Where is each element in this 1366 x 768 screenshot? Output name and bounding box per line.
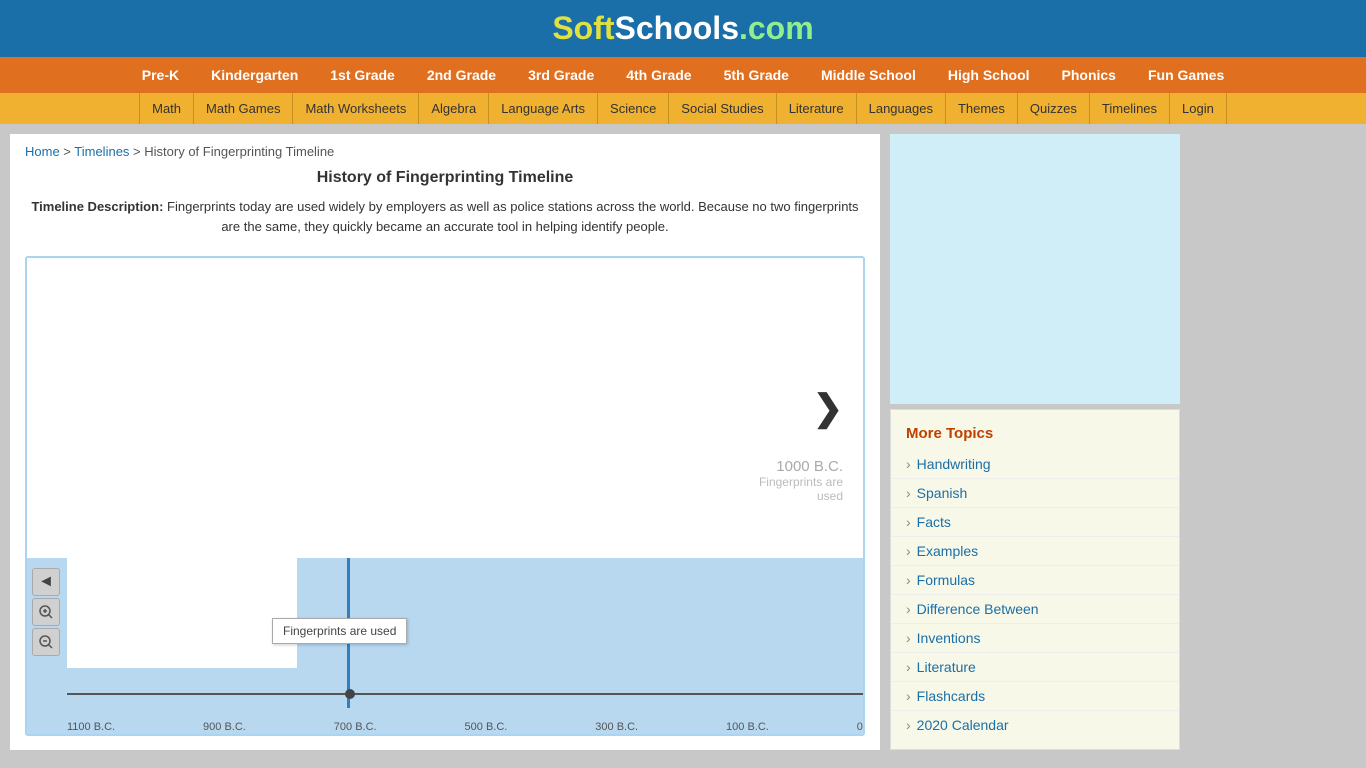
topic-link[interactable]: Formulas	[917, 572, 975, 588]
site-header: SoftSchools.com	[0, 0, 1366, 57]
nav-top-item-4th-grade[interactable]: 4th Grade	[610, 57, 707, 93]
ad-box	[890, 134, 1180, 404]
sidebar: More Topics Handwriting Spanish Facts Examp…	[890, 134, 1180, 750]
topic-link[interactable]: Spanish	[917, 485, 968, 501]
back-button[interactable]: ◄	[32, 568, 60, 596]
nav-top-item-1st-grade[interactable]: 1st Grade	[314, 57, 411, 93]
breadcrumb-current: History of Fingerprinting Timeline	[144, 144, 334, 159]
topic-item-examples[interactable]: Examples	[891, 537, 1179, 566]
year-label: 1100 B.C.	[67, 721, 115, 733]
bc-label: 1000 B.C. Fingerprints are used	[759, 458, 843, 503]
timeline-tooltip: Fingerprints are used	[272, 618, 407, 644]
topic-link[interactable]: Literature	[917, 659, 976, 675]
nav-sec-item-timelines[interactable]: Timelines	[1090, 93, 1170, 124]
topic-link[interactable]: Facts	[917, 514, 951, 530]
year-label: 300 B.C.	[595, 721, 638, 733]
logo-schools: Schools	[615, 10, 739, 46]
topic-link[interactable]: 2020 Calendar	[917, 717, 1009, 733]
nav-sec-item-login[interactable]: Login	[1170, 93, 1227, 124]
year-label: 0	[857, 721, 863, 733]
nav-top-item-5th-grade[interactable]: 5th Grade	[708, 57, 805, 93]
year-labels: 1100 B.C. 900 B.C. 700 B.C. 500 B.C. 300 B.C…	[67, 721, 863, 733]
logo-com: .com	[739, 10, 814, 46]
topic-item-formulas[interactable]: Formulas	[891, 566, 1179, 595]
nav-top-item-phonics[interactable]: Phonics	[1046, 57, 1132, 93]
nav-top-item-high-school[interactable]: High School	[932, 57, 1046, 93]
zoom-in-button[interactable]	[32, 598, 60, 626]
more-topics-title: More Topics	[891, 420, 1179, 450]
nav-top-item-3rd-grade[interactable]: 3rd Grade	[512, 57, 610, 93]
year-label: 100 B.C.	[726, 721, 769, 733]
description: Timeline Description: Fingerprints today…	[10, 192, 880, 246]
bc-desc-line1: Fingerprints are	[759, 475, 843, 489]
timeline-scroll[interactable]: ◄	[27, 558, 863, 736]
content-area: Home > Timelines > History of Fingerprin…	[10, 134, 880, 750]
bc-desc-line2: used	[759, 489, 843, 503]
description-label: Timeline Description:	[31, 199, 163, 214]
topic-item-facts[interactable]: Facts	[891, 508, 1179, 537]
topic-link[interactable]: Inventions	[917, 630, 981, 646]
breadcrumb-sep2: >	[129, 144, 144, 159]
breadcrumb-home[interactable]: Home	[25, 144, 60, 159]
main-container: Home > Timelines > History of Fingerprin…	[0, 124, 1366, 760]
nav-sec-item-literature[interactable]: Literature	[777, 93, 857, 124]
timeline-controls: ◄	[32, 568, 60, 656]
topic-item-2020-calendar[interactable]: 2020 Calendar	[891, 711, 1179, 739]
topic-item-difference-between[interactable]: Difference Between	[891, 595, 1179, 624]
zoom-in-icon	[38, 604, 54, 620]
nav-sec-item-quizzes[interactable]: Quizzes	[1018, 93, 1090, 124]
breadcrumb-timelines[interactable]: Timelines	[74, 144, 129, 159]
nav-top-item-middle-school[interactable]: Middle School	[805, 57, 932, 93]
timeline-ruler	[67, 693, 863, 713]
breadcrumb-sep1: >	[60, 144, 75, 159]
timeline-main: ❯ 1000 B.C. Fingerprints are used	[27, 258, 863, 558]
topic-link[interactable]: Handwriting	[917, 456, 991, 472]
more-topics: More Topics Handwriting Spanish Facts Examp…	[890, 409, 1180, 750]
bc-year: 1000 B.C.	[759, 458, 843, 475]
nav-secondary: MathMath GamesMath WorksheetsAlgebraLang…	[0, 93, 1366, 124]
nav-sec-item-algebra[interactable]: Algebra	[419, 93, 489, 124]
topic-link[interactable]: Examples	[917, 543, 978, 559]
year-label: 700 B.C.	[334, 721, 377, 733]
topic-item-handwriting[interactable]: Handwriting	[891, 450, 1179, 479]
timeline-dot	[345, 689, 355, 699]
arrow-right-button[interactable]: ❯	[813, 387, 843, 429]
topic-item-flashcards[interactable]: Flashcards	[891, 682, 1179, 711]
nav-top-item-2nd-grade[interactable]: 2nd Grade	[411, 57, 512, 93]
logo-soft: Soft	[552, 10, 614, 46]
timeline-white-block	[67, 558, 297, 668]
page-title: History of Fingerprinting Timeline	[10, 164, 880, 192]
nav-top: Pre-KKindergarten1st Grade2nd Grade3rd G…	[0, 57, 1366, 93]
topic-item-spanish[interactable]: Spanish	[891, 479, 1179, 508]
description-text: Fingerprints today are used widely by em…	[167, 199, 859, 234]
zoom-out-button[interactable]	[32, 628, 60, 656]
nav-sec-item-languages[interactable]: Languages	[857, 93, 946, 124]
nav-top-item-kindergarten[interactable]: Kindergarten	[195, 57, 314, 93]
nav-top-item-pre-k[interactable]: Pre-K	[126, 57, 195, 93]
timeline-wrapper: ❯ 1000 B.C. Fingerprints are used ◄	[25, 256, 865, 736]
zoom-out-icon	[38, 634, 54, 650]
nav-top-item-fun-games[interactable]: Fun Games	[1132, 57, 1240, 93]
nav-sec-item-science[interactable]: Science	[598, 93, 669, 124]
topic-item-inventions[interactable]: Inventions	[891, 624, 1179, 653]
year-label: 900 B.C.	[203, 721, 246, 733]
site-logo[interactable]: SoftSchools.com	[552, 10, 813, 47]
topic-link[interactable]: Flashcards	[917, 688, 985, 704]
nav-sec-item-themes[interactable]: Themes	[946, 93, 1018, 124]
breadcrumb: Home > Timelines > History of Fingerprin…	[10, 134, 880, 164]
nav-sec-item-math-worksheets[interactable]: Math Worksheets	[293, 93, 419, 124]
nav-sec-item-language-arts[interactable]: Language Arts	[489, 93, 598, 124]
topic-item-literature[interactable]: Literature	[891, 653, 1179, 682]
topic-link[interactable]: Difference Between	[917, 601, 1039, 617]
nav-sec-item-math[interactable]: Math	[139, 93, 194, 124]
nav-sec-item-math-games[interactable]: Math Games	[194, 93, 293, 124]
nav-sec-item-social-studies[interactable]: Social Studies	[669, 93, 776, 124]
year-label: 500 B.C.	[465, 721, 508, 733]
